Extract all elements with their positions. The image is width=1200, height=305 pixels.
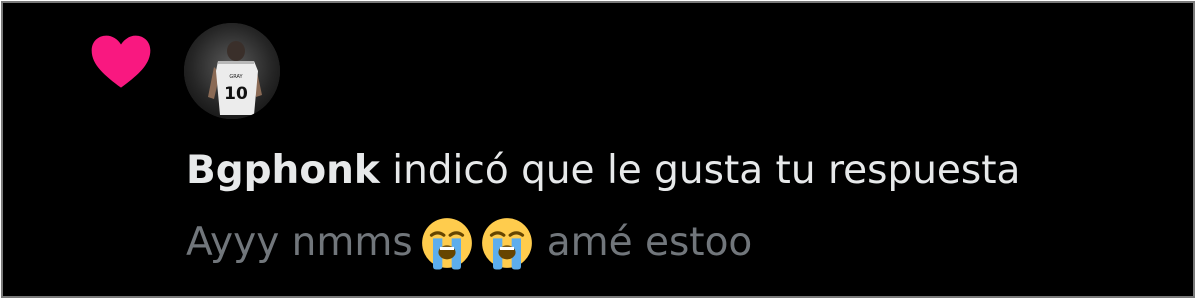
username-link[interactable]: Bgphonk	[186, 148, 380, 193]
action-text: indicó que le gusta tu respuesta	[392, 148, 1021, 193]
reply-text-before: Ayyy nmms	[186, 220, 413, 265]
notification-card[interactable]: GRAY 10 Bgphonk indicó que le gusta tu r…	[1, 1, 1195, 298]
reply-text-after: amé estoo	[546, 220, 753, 265]
loudly-crying-face-emoji	[421, 218, 472, 270]
loudly-crying-face-emoji	[481, 218, 532, 270]
jersey-number: 10	[224, 84, 248, 104]
avatar[interactable]: GRAY 10	[184, 23, 280, 119]
notification-text: Bgphonk indicó que le gusta tu respuesta	[186, 143, 1020, 199]
svg-text:GRAY: GRAY	[229, 74, 243, 80]
reply-preview[interactable]: Ayyy nmms amé estoo	[186, 215, 752, 271]
heart-icon	[91, 35, 151, 88]
